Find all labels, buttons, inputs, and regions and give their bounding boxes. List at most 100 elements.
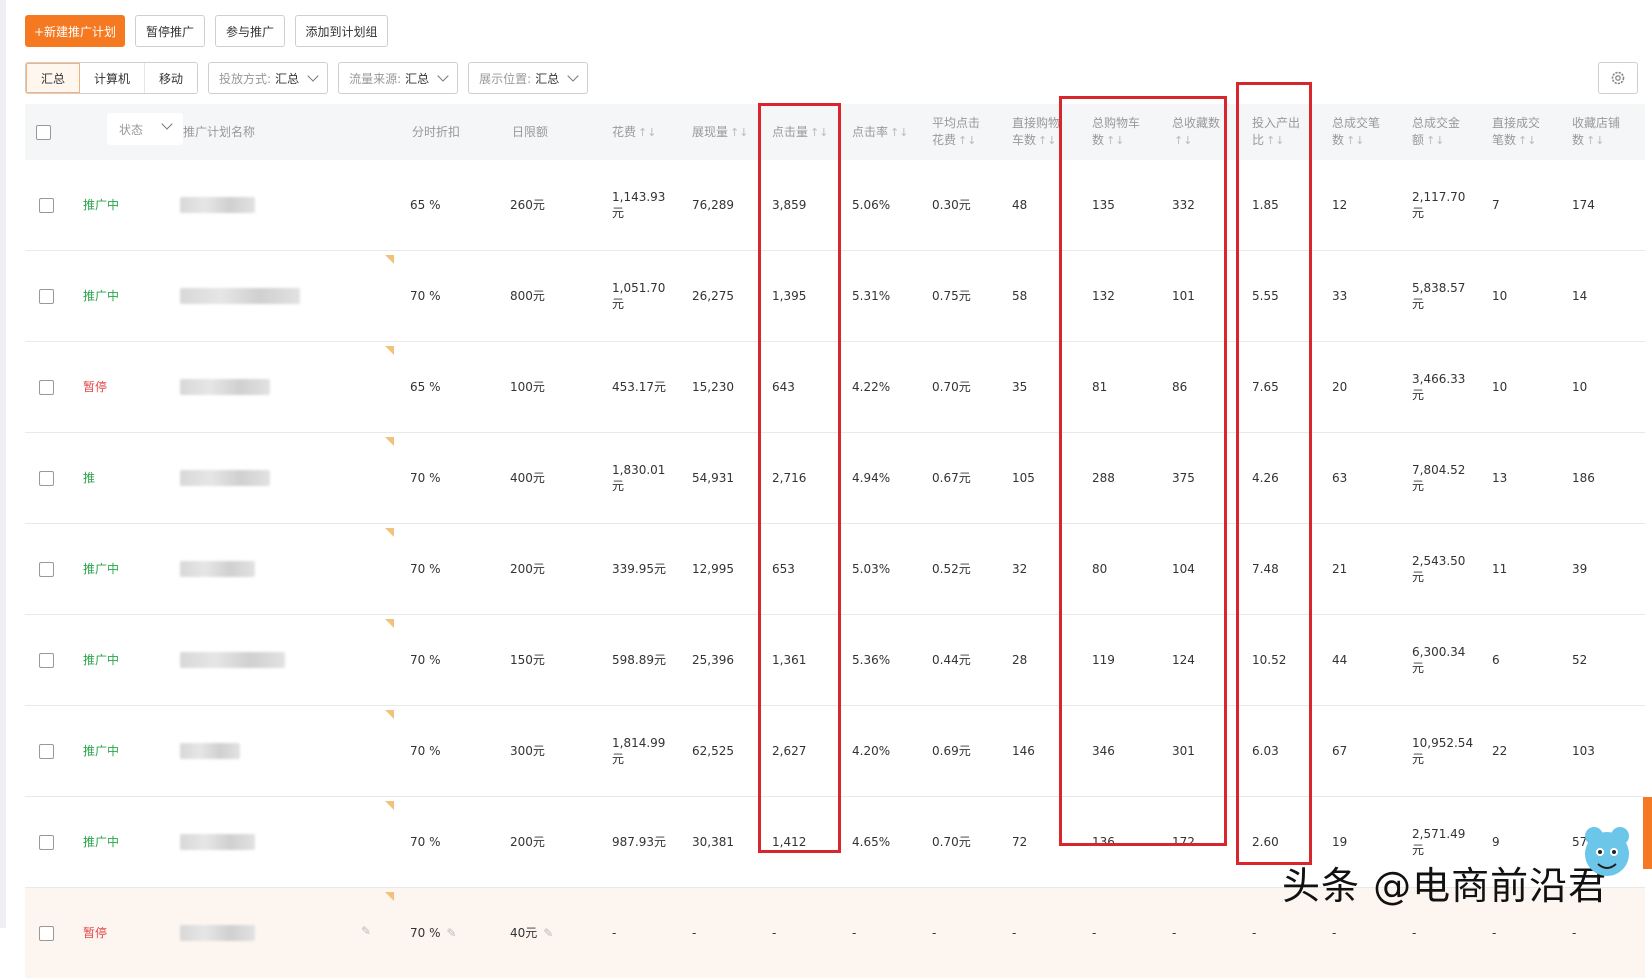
plan-name-cell[interactable] xyxy=(180,251,300,341)
traffic-value: 汇总 xyxy=(405,71,430,86)
total-cart-cell: 81 xyxy=(1092,380,1108,394)
clicks-header[interactable]: 点击量 ↑↓ xyxy=(772,104,828,160)
row-checkbox[interactable] xyxy=(39,743,54,759)
direct-cart-cell: 72 xyxy=(1012,835,1028,849)
settings-button[interactable] xyxy=(1598,62,1638,94)
plan-name-cell[interactable] xyxy=(180,160,255,250)
new-plan-button[interactable]: +新建推广计划 xyxy=(25,15,125,47)
table-row[interactable]: 推广中 70 % 200元 339.95元 12,995 653 5.03% 0.52元 32 8… xyxy=(25,524,1645,615)
table-row[interactable]: 推广中 70 % 300元 1,814.99 元 62,525 2,627 4.20% 0.69… xyxy=(25,706,1645,797)
shop-fav-header[interactable]: 收藏店铺数 ↑↓ xyxy=(1572,104,1620,160)
clicks-cell: 2,627 xyxy=(772,744,807,758)
total-cart-cell: 132 xyxy=(1092,289,1115,303)
total-amount-cell: 2,543.50 元 xyxy=(1412,554,1466,584)
ctr-cell: 4.22% xyxy=(852,380,891,394)
delivery-dropdown[interactable]: 投放方式: 汇总 xyxy=(208,62,329,94)
total-orders-header[interactable]: 总成交笔数 ↑↓ xyxy=(1332,104,1380,160)
tab-summary[interactable]: 汇总 xyxy=(26,63,81,93)
roi-header[interactable]: 投入产出比 ↑↓ xyxy=(1252,104,1300,160)
device-segment: 汇总 计算机 移动 xyxy=(25,62,199,94)
row-checkbox[interactable] xyxy=(39,652,54,668)
cpc-header[interactable]: 平均点击 花费 ↑↓ xyxy=(932,104,980,160)
redacted-plan-name xyxy=(180,288,300,304)
plan-name-cell[interactable] xyxy=(180,615,285,705)
sort-icon[interactable]: ↑↓ xyxy=(730,124,748,141)
plan-name-cell[interactable] xyxy=(180,524,255,614)
budget-header: 日限额 xyxy=(512,124,549,139)
sort-icon[interactable]: ↑↓ xyxy=(810,124,828,141)
total-cart-cell: 136 xyxy=(1092,835,1115,849)
plan-name-cell[interactable] xyxy=(180,797,255,887)
total-cart-cell: 119 xyxy=(1092,653,1115,667)
table-row[interactable]: 推广中 70 % 800元 1,051.70 元 26,275 1,395 5.31% 0.75… xyxy=(25,251,1645,342)
table-row[interactable]: 推广中 65 % 260元 1,143.93 元 76,289 3,859 5.06% 0.30… xyxy=(25,160,1645,251)
table-row[interactable]: 暂停 65 % 100元 453.17元 15,230 643 4.22% 0.70元 35 81… xyxy=(25,342,1645,433)
cpc-cell: 0.30元 xyxy=(932,198,971,212)
delivery-label: 投放方式: xyxy=(219,71,272,86)
plan-name-cell[interactable] xyxy=(180,433,270,523)
cost-cell: 1,814.99 元 xyxy=(612,736,666,766)
row-checkbox[interactable] xyxy=(39,834,54,850)
roi-cell: 7.48 xyxy=(1252,562,1279,576)
table-row[interactable]: 推 70 % 400元 1,830.01 元 54,931 2,716 4.94% 0.67元 1… xyxy=(25,433,1645,524)
cpc-cell: 0.69元 xyxy=(932,744,971,758)
total-amount-header[interactable]: 总成交金额 ↑↓ xyxy=(1412,104,1460,160)
sort-icon[interactable]: ↑↓ xyxy=(638,124,656,141)
position-dropdown[interactable]: 展示位置: 汇总 xyxy=(468,62,589,94)
pencil-icon[interactable]: ✎ xyxy=(447,925,457,941)
cost-cell: 1,830.01 元 xyxy=(612,463,666,493)
plan-name-cell[interactable] xyxy=(180,888,255,978)
budget-cell: 300元 xyxy=(510,744,545,758)
pencil-icon[interactable]: ✎ xyxy=(543,925,553,941)
traffic-dropdown[interactable]: 流量来源: 汇总 xyxy=(338,62,459,94)
row-checkbox[interactable] xyxy=(39,379,54,395)
status-cell: 推广中 xyxy=(83,744,120,758)
join-promotion-button[interactable]: 参与推广 xyxy=(215,15,285,47)
pause-button[interactable]: 暂停推广 xyxy=(135,15,205,47)
discount-cell: 70 % xyxy=(410,289,441,303)
pencil-icon[interactable]: ✎ xyxy=(361,924,371,938)
discount-cell: 70 % xyxy=(410,653,441,667)
total-orders-cell: 21 xyxy=(1332,562,1348,576)
row-checkbox[interactable] xyxy=(39,561,54,577)
discount-cell: 70 % xyxy=(410,835,441,849)
direct-orders-header[interactable]: 直接成交 笔数 ↑↓ xyxy=(1492,104,1540,160)
cost-header[interactable]: 花费 ↑↓ xyxy=(612,104,656,160)
ctr-header[interactable]: 点击率 ↑↓ xyxy=(852,104,908,160)
total-amount-cell: 2,117.70 元 xyxy=(1412,190,1466,220)
direct-cart-header[interactable]: 直接购物 车数 ↑↓ xyxy=(1012,104,1060,160)
row-checkbox[interactable] xyxy=(39,470,54,486)
discount-cell: 65 % xyxy=(410,198,441,212)
total-orders-cell: 20 xyxy=(1332,380,1348,394)
budget-cell: 800元 xyxy=(510,289,545,303)
side-feedback-tab[interactable] xyxy=(1643,797,1652,869)
row-checkbox[interactable] xyxy=(39,288,54,304)
plan-name-cell[interactable] xyxy=(180,706,240,796)
tab-mobile[interactable]: 移动 xyxy=(145,63,198,93)
plan-name-cell[interactable] xyxy=(180,342,270,432)
sort-icon[interactable]: ↑↓ xyxy=(890,124,908,141)
cost-cell: 453.17元 xyxy=(612,380,666,394)
status-filter-dropdown[interactable]: 状态 xyxy=(107,113,183,145)
delivery-value: 汇总 xyxy=(275,71,300,86)
mascot-icon xyxy=(1585,827,1629,876)
add-to-group-button[interactable]: 添加到计划组 xyxy=(295,15,388,47)
cpc-cell: 0.67元 xyxy=(932,471,971,485)
total-orders-cell: 12 xyxy=(1332,198,1348,212)
row-checkbox[interactable] xyxy=(39,197,54,213)
select-all-checkbox[interactable] xyxy=(36,124,51,140)
shop-fav-cell: 103 xyxy=(1572,744,1595,758)
impressions-header[interactable]: 展现量 ↑↓ xyxy=(692,104,748,160)
tab-computer[interactable]: 计算机 xyxy=(80,63,146,93)
budget-cell: 200元 xyxy=(510,562,545,576)
gear-icon xyxy=(1611,71,1625,85)
total-fav-cell: 101 xyxy=(1172,289,1195,303)
total-fav-cell: 124 xyxy=(1172,653,1195,667)
corner-flag-icon xyxy=(385,619,394,628)
table-row[interactable]: 推广中 70 % 150元 598.89元 25,396 1,361 5.36% 0.44元 2… xyxy=(25,615,1645,706)
total-orders-cell: 67 xyxy=(1332,744,1348,758)
total-fav-header[interactable]: 总收藏数 ↑↓ xyxy=(1172,104,1220,160)
direct-cart-cell: 32 xyxy=(1012,562,1028,576)
discount-header: 分时折扣 xyxy=(412,124,461,139)
total-cart-header[interactable]: 总购物车数 ↑↓ xyxy=(1092,104,1140,160)
